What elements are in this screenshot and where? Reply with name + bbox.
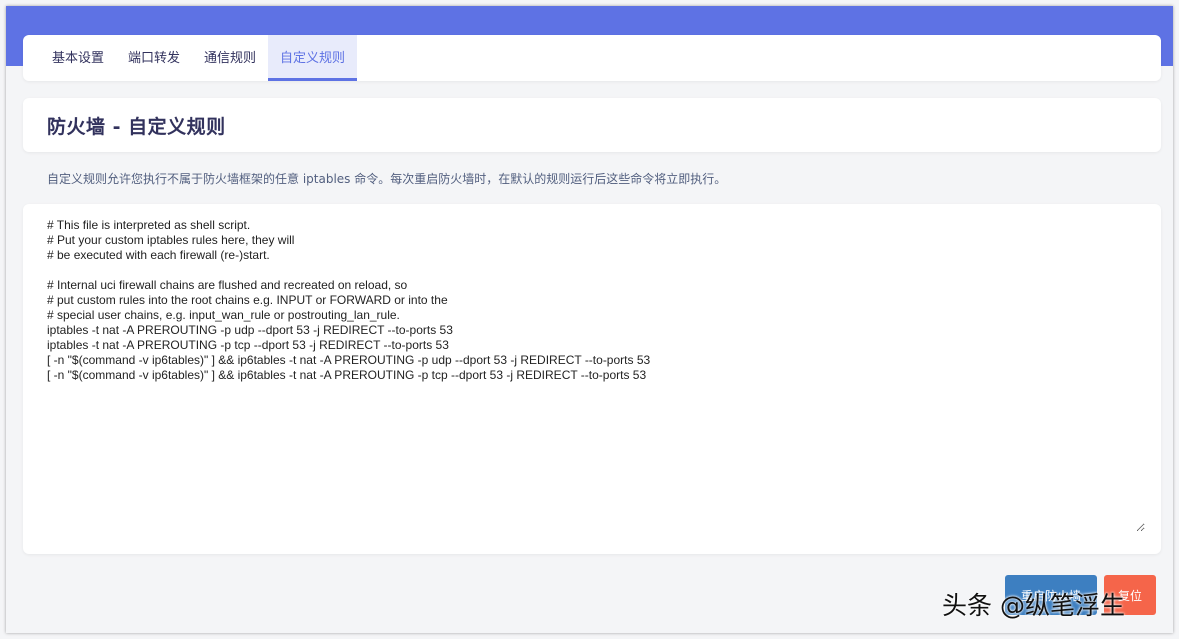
page-description: 自定义规则允许您执行不属于防火墙框架的任意 iptables 命令。每次重启防火… — [47, 172, 727, 186]
tab-custom-rules[interactable]: 自定义规则 — [268, 35, 358, 81]
custom-rules-editor[interactable] — [47, 218, 1145, 532]
tab-basic-settings[interactable]: 基本设置 — [40, 35, 116, 81]
editor-card — [23, 204, 1161, 554]
page-title: 防火墙 - 自定义规则 — [47, 115, 226, 138]
tab-traffic-rules[interactable]: 通信规则 — [192, 35, 268, 81]
title-card: 防火墙 - 自定义规则 — [23, 98, 1161, 152]
restart-firewall-button[interactable]: 重启防火墙 — [1005, 575, 1097, 615]
tab-bar: 基本设置 端口转发 通信规则 自定义规则 — [23, 35, 1161, 81]
tab-port-forwarding[interactable]: 端口转发 — [116, 35, 192, 81]
reset-button[interactable]: 复位 — [1104, 575, 1156, 615]
app-window: 基本设置 端口转发 通信规则 自定义规则 防火墙 - 自定义规则 自定义规则允许… — [6, 6, 1173, 633]
